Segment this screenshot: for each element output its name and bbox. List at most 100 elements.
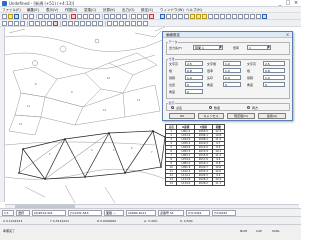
mirror-icon[interactable] xyxy=(95,14,100,19)
close-button[interactable]: × xyxy=(292,0,300,7)
export-icon[interactable] xyxy=(256,14,261,19)
measure-icon[interactable] xyxy=(208,14,213,19)
new-file-icon[interactable] xyxy=(2,14,7,19)
snap-icon[interactable] xyxy=(137,14,142,19)
select-icon[interactable] xyxy=(77,14,82,19)
offset-icon[interactable] xyxy=(62,21,67,26)
arc-icon[interactable] xyxy=(184,14,189,19)
undo-icon[interactable] xyxy=(56,14,61,19)
left-field[interactable]: 0.8 xyxy=(185,68,203,73)
zoom-in-icon[interactable] xyxy=(104,14,109,19)
right-field[interactable]: 0 xyxy=(263,82,285,87)
text-icon[interactable] xyxy=(190,14,195,19)
toolbar-separator xyxy=(105,21,106,26)
minimize-button[interactable]: _ xyxy=(276,0,284,7)
paste-icon[interactable] xyxy=(50,14,55,19)
mid-field[interactable]: 1.0 xyxy=(223,61,241,66)
mid-field[interactable]: 2.0 xyxy=(223,75,241,80)
fence-select-icon[interactable] xyxy=(20,21,25,26)
regen-icon[interactable] xyxy=(143,21,148,26)
properties-icon[interactable] xyxy=(107,21,112,26)
cut-icon[interactable] xyxy=(38,14,43,19)
fillet-icon[interactable] xyxy=(80,21,85,26)
scale-select[interactable]: 1 ▼ xyxy=(247,45,271,50)
window-select-icon[interactable] xyxy=(8,21,13,26)
dialog-title: 画面設定 xyxy=(166,33,180,37)
mid-label: 矢印 xyxy=(207,76,214,80)
table-cell: 11.7 xyxy=(211,181,226,186)
display-group xyxy=(166,103,290,111)
left-field[interactable]: 0 xyxy=(185,82,203,87)
stop-icon[interactable] xyxy=(71,14,76,19)
point-icon[interactable] xyxy=(160,14,165,19)
delete-icon[interactable] xyxy=(149,14,154,19)
left-field[interactable]: 1.0 xyxy=(185,75,203,80)
cancel-snap-icon[interactable] xyxy=(53,21,58,26)
radio-value[interactable] xyxy=(209,106,212,109)
right-field[interactable]: 1.0 xyxy=(263,75,285,80)
dimension-icon[interactable] xyxy=(196,14,201,19)
convert-icon[interactable] xyxy=(244,14,249,19)
zoom-fit-icon[interactable] xyxy=(116,14,121,19)
match-properties-icon[interactable] xyxy=(113,21,118,26)
output-select[interactable]: 図面 1 ▼ xyxy=(193,45,223,50)
settings-icon[interactable] xyxy=(262,14,267,19)
save-icon[interactable] xyxy=(14,14,19,19)
zoom-out-icon[interactable] xyxy=(110,14,115,19)
table-icon[interactable] xyxy=(238,14,243,19)
chamfer-icon[interactable] xyxy=(86,21,91,26)
coordinate-icon[interactable] xyxy=(220,14,225,19)
import-icon[interactable] xyxy=(250,14,255,19)
mid-field[interactable]: 0 xyxy=(223,82,241,87)
cancel-button[interactable]: キャンセル xyxy=(198,113,224,119)
mid-field[interactable]: 1.0 xyxy=(223,68,241,73)
right-label: 幅 xyxy=(247,69,251,73)
intersection-snap-icon[interactable] xyxy=(41,21,46,26)
dialog-close-button[interactable]: × xyxy=(284,32,291,38)
right-field[interactable]: 0.8 xyxy=(263,68,285,73)
open-folder-icon[interactable] xyxy=(8,14,13,19)
left-field[interactable]: 2.5 xyxy=(185,61,203,66)
left-field[interactable]: 0 xyxy=(185,89,203,94)
right-field[interactable]: 2.5 xyxy=(263,61,285,66)
line-icon[interactable] xyxy=(166,14,171,19)
ok-button[interactable]: OK xyxy=(169,113,195,119)
join-icon[interactable] xyxy=(98,21,103,26)
default-button[interactable]: 既定値(D) xyxy=(227,113,255,119)
scale-select-value: 1 xyxy=(249,46,251,50)
traverse-icon[interactable] xyxy=(226,14,231,19)
midpoint-snap-icon[interactable] xyxy=(35,21,40,26)
preview-icon[interactable] xyxy=(29,14,34,19)
lineweight-icon[interactable] xyxy=(131,21,136,26)
color-icon[interactable] xyxy=(119,21,124,26)
svg-text:6: 6 xyxy=(131,147,133,150)
perpendicular-snap-icon[interactable] xyxy=(47,21,52,26)
data-group-label: データ xyxy=(168,40,179,44)
endpoint-snap-icon[interactable] xyxy=(29,21,34,26)
copy-icon[interactable] xyxy=(44,14,49,19)
maximize-button[interactable]: □ xyxy=(284,0,292,7)
plot-icon[interactable] xyxy=(232,14,237,19)
circle-icon[interactable] xyxy=(178,14,183,19)
area-icon[interactable] xyxy=(214,14,219,19)
extend-icon[interactable] xyxy=(74,21,79,26)
mid-label: 角度 xyxy=(207,83,214,87)
grid-icon[interactable] xyxy=(131,14,136,19)
polyline-icon[interactable] xyxy=(172,14,177,19)
move-icon[interactable] xyxy=(83,14,88,19)
rotate-icon[interactable] xyxy=(89,14,94,19)
trim-icon[interactable] xyxy=(68,21,73,26)
pan-icon[interactable] xyxy=(122,14,127,19)
layer-icon[interactable] xyxy=(143,14,148,19)
break-icon[interactable] xyxy=(92,21,97,26)
crossing-select-icon[interactable] xyxy=(14,21,19,26)
redo-icon[interactable] xyxy=(62,14,67,19)
pointer-icon[interactable] xyxy=(2,21,7,26)
radio-both[interactable] xyxy=(247,106,250,109)
hatch-icon[interactable] xyxy=(202,14,207,19)
linetype-icon[interactable] xyxy=(125,21,130,26)
print-icon[interactable] xyxy=(23,14,28,19)
apply-button[interactable]: 適用(A) xyxy=(258,113,286,119)
radio-point-name[interactable] xyxy=(171,106,174,109)
redraw-icon[interactable] xyxy=(137,21,142,26)
